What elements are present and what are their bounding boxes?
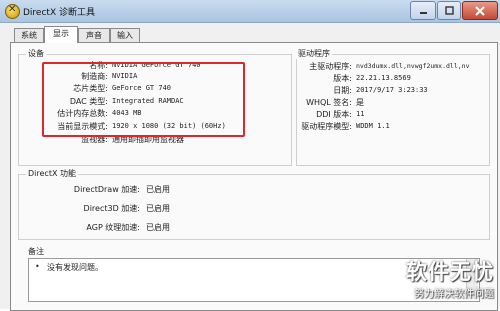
close-button[interactable] (462, 1, 498, 20)
main-driver-value: nvd3dumx.dll,nvwgf2umx.dll,nv (356, 62, 470, 70)
direct3d-value: 已启用 (146, 204, 170, 213)
direct3d-label: Direct3D 加速: (83, 204, 140, 213)
highlight-box (42, 62, 245, 137)
driver-group-title: 驱动程序 (296, 48, 332, 59)
notes-title: 备注 (26, 246, 46, 257)
driver-model-value: WDDM 1.1 (356, 122, 390, 130)
driver-model-label: 驱动程序模型: (301, 122, 352, 131)
directx-features-title: DirectX 功能 (26, 168, 78, 179)
window-title: DirectX 诊断工具 (23, 8, 95, 18)
watermark-logo: 软件无忧 (406, 260, 494, 284)
watermark-tagline: 努力解决软件问题 (414, 289, 494, 300)
main-driver-label: 主驱动程序: (309, 62, 352, 71)
minimize-button[interactable] (410, 1, 436, 20)
tab-system[interactable]: 系统 (14, 28, 44, 42)
tab-input[interactable]: 输入 (110, 28, 140, 42)
driver-date-value: 2017/9/17 3:23:33 (356, 86, 428, 94)
whql-value: 是 (356, 98, 364, 107)
maximize-icon (444, 6, 454, 15)
title-bar[interactable]: ✕ DirectX 诊断工具 (0, 0, 500, 23)
directx-app-icon: ✕ (5, 4, 20, 19)
tab-sound[interactable]: 声音 (78, 28, 110, 42)
tab-display[interactable]: 显示 (44, 26, 78, 43)
agp-texture-label: AGP 纹理加速: (86, 223, 140, 232)
agp-texture-value: 已启用 (146, 223, 170, 232)
ddi-version-value: 11 (356, 110, 365, 118)
close-icon (475, 5, 485, 16)
driver-version-value: 22.21.13.8569 (356, 74, 411, 82)
maximize-button[interactable] (437, 1, 461, 20)
notes-bullet: • (35, 262, 40, 271)
ddi-version-label: DDI 版本: (316, 110, 352, 119)
minimize-icon (419, 12, 427, 14)
device-group-title: 设备 (26, 48, 46, 59)
directdraw-label: DirectDraw 加速: (73, 185, 140, 194)
notes-item: 没有发现问题。 (47, 263, 103, 272)
driver-date-label: 日期: (333, 86, 352, 95)
driver-version-label: 版本: (333, 74, 352, 83)
whql-label: WHQL 签名: (306, 98, 352, 107)
directdraw-value: 已启用 (146, 185, 170, 194)
